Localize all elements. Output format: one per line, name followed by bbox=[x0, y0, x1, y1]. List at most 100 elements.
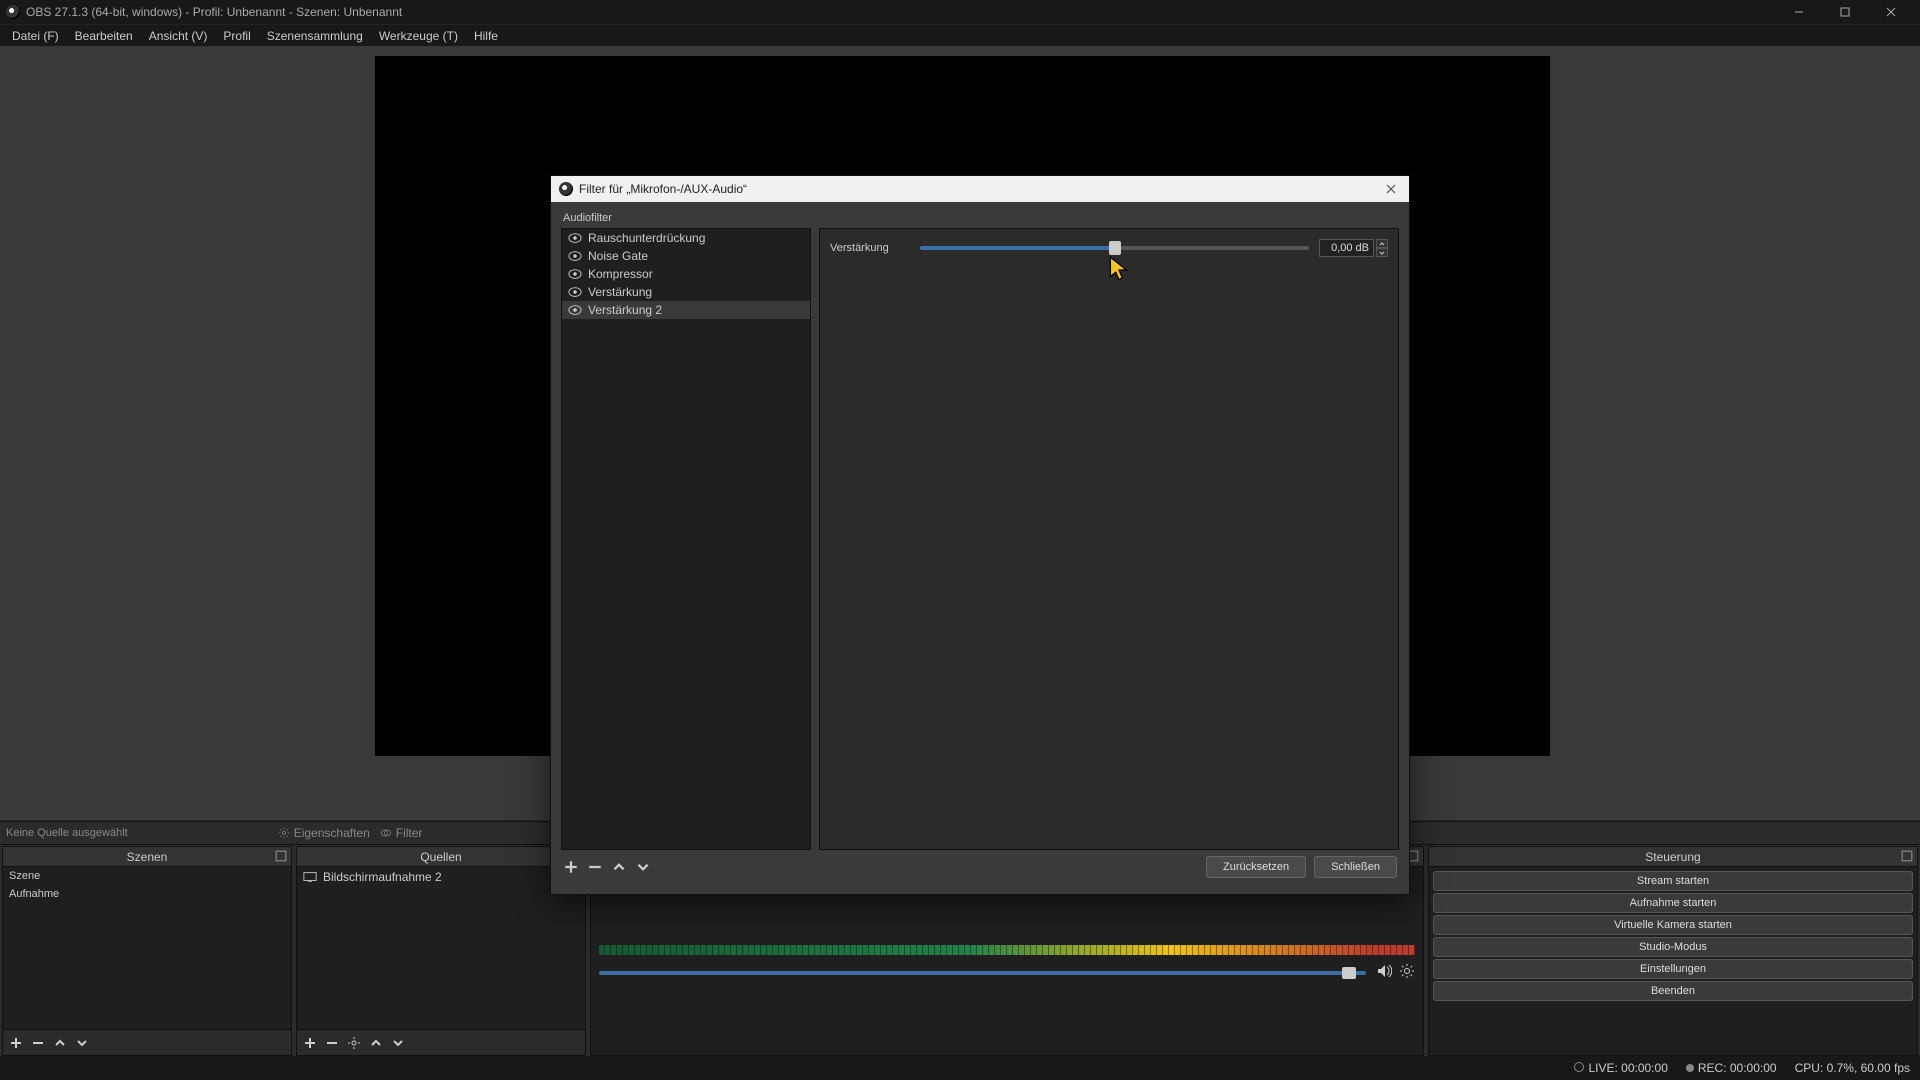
close-icon bbox=[1386, 184, 1396, 194]
filters-section-label: Audiofilter bbox=[561, 208, 1399, 228]
eye-icon[interactable] bbox=[568, 303, 582, 317]
filter-label: Filter bbox=[396, 826, 423, 840]
source-item[interactable]: Bildschirmaufnahme 2 bbox=[297, 867, 585, 887]
filter-item[interactable]: Kompressor bbox=[562, 265, 810, 283]
eye-icon[interactable] bbox=[568, 285, 582, 299]
filter-button[interactable]: Filter bbox=[380, 826, 423, 840]
spin-up-button[interactable] bbox=[1376, 239, 1388, 248]
menu-help[interactable]: Hilfe bbox=[466, 27, 506, 45]
chevron-down-icon bbox=[1379, 250, 1385, 256]
filter-label: Kompressor bbox=[588, 267, 653, 281]
gain-value-input[interactable] bbox=[1319, 239, 1374, 257]
settings-button[interactable]: Einstellungen bbox=[1433, 959, 1913, 979]
move-up-icon[interactable] bbox=[369, 1036, 383, 1050]
remove-filter-icon[interactable] bbox=[587, 859, 603, 875]
filter-item[interactable]: Verstärkung bbox=[562, 283, 810, 301]
virtual-camera-button[interactable]: Virtuelle Kamera starten bbox=[1433, 915, 1913, 935]
eye-icon[interactable] bbox=[568, 231, 582, 245]
dialog-title: Filter für „Mikrofon-/AUX-Audio“ bbox=[579, 182, 747, 196]
filter-label: Noise Gate bbox=[588, 249, 648, 263]
properties-button[interactable]: Eigenschaften bbox=[278, 826, 370, 840]
spin-down-button[interactable] bbox=[1376, 248, 1388, 257]
filter-label: Rauschunterdrückung bbox=[588, 231, 705, 245]
move-down-icon[interactable] bbox=[391, 1036, 405, 1050]
gear-icon[interactable] bbox=[1399, 963, 1415, 979]
scene-item[interactable]: Szene bbox=[3, 867, 291, 885]
speaker-icon[interactable] bbox=[1376, 963, 1392, 979]
gain-label: Verstärkung bbox=[830, 242, 910, 254]
dock-sources-header[interactable]: Quellen bbox=[297, 847, 585, 867]
filter-item[interactable]: Rauschunterdrückung bbox=[562, 229, 810, 247]
remove-icon[interactable] bbox=[325, 1036, 339, 1050]
remove-icon[interactable] bbox=[31, 1036, 45, 1050]
scene-item[interactable]: Aufnahme bbox=[3, 885, 291, 903]
dock-sources-title: Quellen bbox=[420, 850, 461, 864]
sources-footer bbox=[297, 1029, 585, 1055]
status-rec: REC: 00:00:00 bbox=[1686, 1061, 1777, 1075]
exit-button[interactable]: Beenden bbox=[1433, 981, 1913, 1001]
controls-body: Stream starten Aufnahme starten Virtuell… bbox=[1429, 867, 1917, 1055]
filter-item[interactable]: Noise Gate bbox=[562, 247, 810, 265]
sources-list[interactable]: Bildschirmaufnahme 2 bbox=[297, 867, 585, 1029]
move-down-icon[interactable] bbox=[635, 859, 651, 875]
no-source-label: Keine Quelle ausgewählt bbox=[6, 827, 128, 839]
move-up-icon[interactable] bbox=[611, 859, 627, 875]
titlebar: OBS 27.1.3 (64-bit, windows) - Profil: U… bbox=[0, 0, 1920, 24]
eye-icon[interactable] bbox=[568, 267, 582, 281]
menu-file[interactable]: Datei (F) bbox=[4, 27, 67, 45]
dialog-titlebar[interactable]: Filter für „Mikrofon-/AUX-Audio“ bbox=[551, 176, 1409, 202]
maximize-button[interactable] bbox=[1822, 0, 1868, 24]
move-down-icon[interactable] bbox=[75, 1036, 89, 1050]
dock-controls: Steuerung Stream starten Aufnahme starte… bbox=[1428, 846, 1918, 1056]
menu-tools[interactable]: Werkzeuge (T) bbox=[371, 27, 466, 45]
statusbar: LIVE: 00:00:00 REC: 00:00:00 CPU: 0.7%, … bbox=[0, 1056, 1920, 1080]
studio-mode-button[interactable]: Studio-Modus bbox=[1433, 937, 1913, 957]
eye-icon[interactable] bbox=[568, 249, 582, 263]
add-icon[interactable] bbox=[9, 1036, 23, 1050]
menu-profile[interactable]: Profil bbox=[215, 27, 258, 45]
obs-logo-icon bbox=[6, 5, 20, 19]
properties-label: Eigenschaften bbox=[294, 826, 370, 840]
filter-label: Verstärkung bbox=[588, 285, 652, 299]
dock-scenes-header[interactable]: Szenen bbox=[3, 847, 291, 867]
reset-button[interactable]: Zurücksetzen bbox=[1206, 856, 1306, 878]
status-cpu: CPU: 0.7%, 60.00 fps bbox=[1795, 1061, 1910, 1075]
scenes-footer bbox=[3, 1029, 291, 1055]
add-filter-icon[interactable] bbox=[563, 859, 579, 875]
gain-slider[interactable] bbox=[920, 246, 1309, 250]
dock-sources: Quellen Bildschirmaufnahme 2 bbox=[296, 846, 586, 1056]
dock-controls-header[interactable]: Steuerung bbox=[1429, 847, 1917, 867]
filter-icon bbox=[380, 827, 392, 839]
filter-label: Verstärkung 2 bbox=[588, 303, 662, 317]
scenes-list[interactable]: Szene Aufnahme bbox=[3, 867, 291, 1029]
add-icon[interactable] bbox=[303, 1036, 317, 1050]
obs-logo-icon bbox=[559, 182, 573, 196]
minimize-button[interactable] bbox=[1776, 0, 1822, 24]
dock-scenes: Szenen Szene Aufnahme bbox=[2, 846, 292, 1056]
filters-dialog: Filter für „Mikrofon-/AUX-Audio“ Audiofi… bbox=[550, 175, 1410, 895]
move-up-icon[interactable] bbox=[53, 1036, 67, 1050]
filter-item-selected[interactable]: Verstärkung 2 bbox=[562, 301, 810, 319]
filter-list[interactable]: Rauschunterdrückung Noise Gate Kompresso… bbox=[561, 228, 811, 850]
gear-icon bbox=[278, 827, 290, 839]
menu-scene-collection[interactable]: Szenensammlung bbox=[259, 27, 371, 45]
source-label: Bildschirmaufnahme 2 bbox=[323, 870, 442, 884]
dialog-close-button[interactable] bbox=[1381, 179, 1401, 199]
menu-edit[interactable]: Bearbeiten bbox=[67, 27, 141, 45]
gear-icon[interactable] bbox=[347, 1036, 361, 1050]
slider-handle[interactable] bbox=[1109, 241, 1121, 255]
start-record-button[interactable]: Aufnahme starten bbox=[1433, 893, 1913, 913]
window-title: OBS 27.1.3 (64-bit, windows) - Profil: U… bbox=[26, 5, 402, 19]
close-window-button[interactable] bbox=[1868, 0, 1914, 24]
mixer-body bbox=[591, 867, 1423, 1055]
menubar: Datei (F) Bearbeiten Ansicht (V) Profil … bbox=[0, 24, 1920, 46]
status-live: LIVE: 00:00:00 bbox=[1574, 1061, 1667, 1075]
volume-slider[interactable] bbox=[599, 971, 1366, 975]
popout-icon[interactable] bbox=[275, 850, 287, 862]
menu-view[interactable]: Ansicht (V) bbox=[141, 27, 216, 45]
dock-scenes-title: Szenen bbox=[127, 850, 168, 864]
start-stream-button[interactable]: Stream starten bbox=[1433, 871, 1913, 891]
popout-icon[interactable] bbox=[1901, 850, 1913, 862]
close-dialog-button[interactable]: Schließen bbox=[1314, 856, 1397, 878]
filter-properties-panel: Verstärkung bbox=[819, 228, 1399, 850]
